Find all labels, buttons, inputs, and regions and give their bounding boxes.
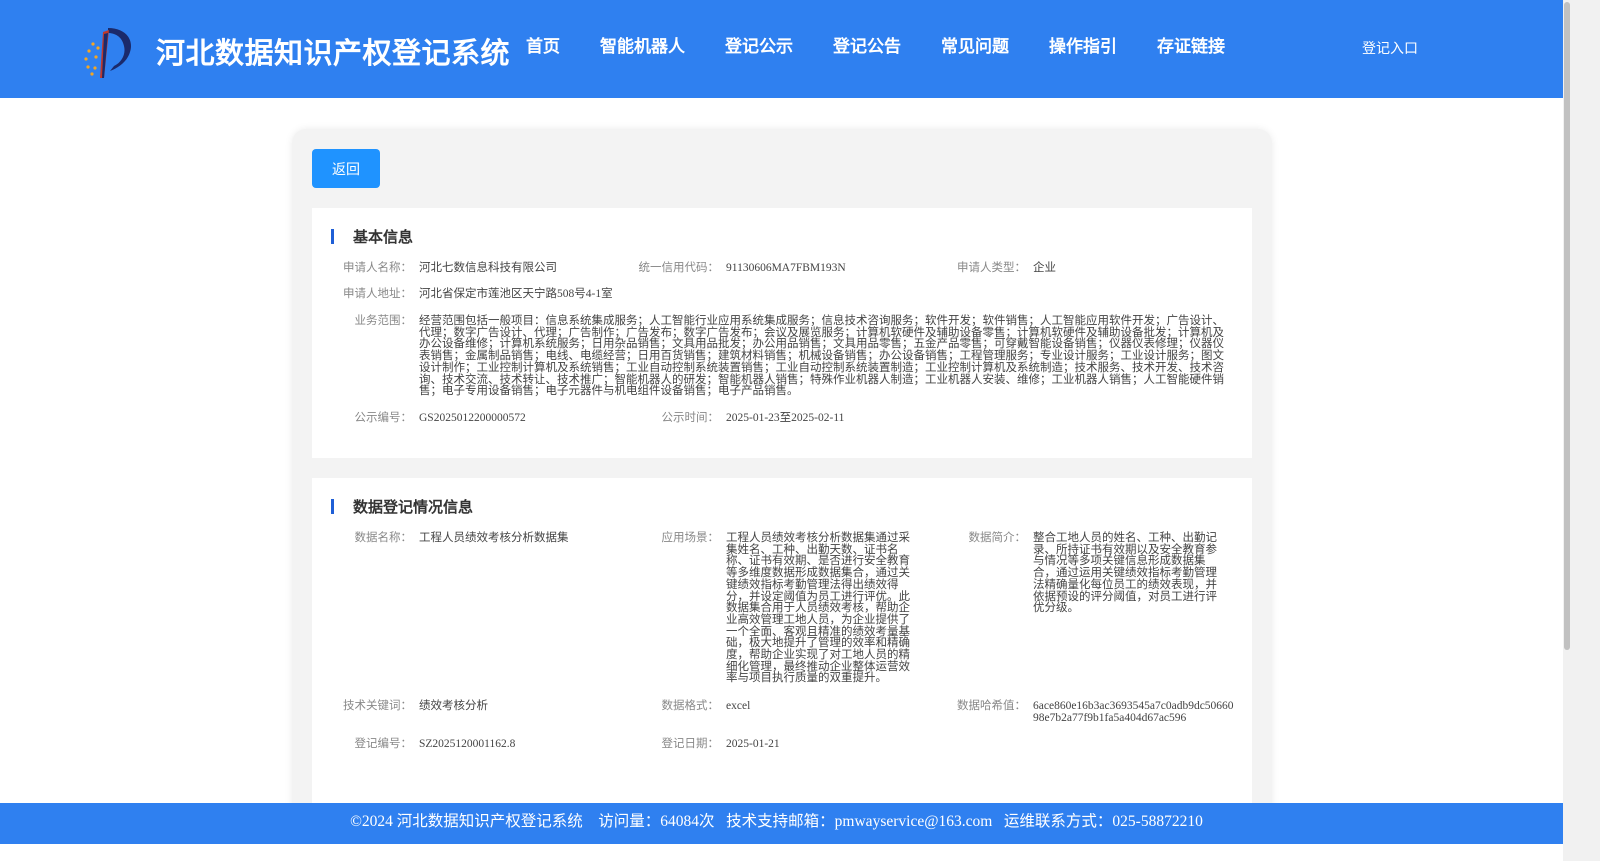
- credit-code-value: 91130606MA7FBM193N: [726, 262, 846, 274]
- publicity-number-value: GS2025012200000572: [419, 412, 526, 424]
- field-label: 数据哈希值：: [957, 700, 1026, 712]
- data-registration-panel: 数据登记情况信息 数据名称： 工程人员绩效考核分析数据集 应用场景： 工程人员绩…: [312, 478, 1252, 829]
- nav-operation-guide[interactable]: 操作指引: [1049, 35, 1117, 59]
- registration-number-value: SZ2025120001162.8: [419, 738, 516, 750]
- nav-home[interactable]: 首页: [526, 35, 560, 59]
- field-label: 业务范围：: [354, 315, 413, 327]
- field-label: 公示编号：: [354, 412, 413, 424]
- data-format-value: excel: [726, 700, 751, 712]
- site-logo[interactable]: [80, 24, 136, 80]
- nav-registration-announcement[interactable]: 登记公告: [833, 35, 901, 59]
- field-label: 数据名称：: [354, 532, 413, 544]
- top-header: 河北数据知识产权登记系统 首页 智能机器人 登记公示 登记公告 常见问题 操作指…: [0, 0, 1563, 98]
- registration-date-value: 2025-01-21: [726, 738, 780, 750]
- scrollbar-thumb[interactable]: [1564, 2, 1570, 650]
- detail-card: 返回 基本信息 申请人名称： 河北七数信息科技有限公司 统一信用代码： 9113…: [292, 129, 1272, 829]
- field-label: 统一信用代码：: [638, 262, 720, 274]
- back-button[interactable]: 返回: [312, 149, 380, 188]
- field-label: 数据简介：: [968, 532, 1027, 544]
- nav-evidence-link[interactable]: 存证链接: [1157, 35, 1225, 59]
- publicity-time-value: 2025-01-23至2025-02-11: [726, 412, 845, 424]
- section-accent-bar: [331, 499, 334, 514]
- application-scenario-value: 工程人员绩效考核分析数据集通过采集姓名、工种、出勤天数、证书名称、证书有效期、是…: [726, 532, 910, 685]
- data-hash-value: 6ace860e16b3ac3693545a7c0adb9dc5066098e7…: [1033, 700, 1234, 724]
- data-registration-header: 数据登记情况信息: [331, 496, 473, 517]
- section-title: 数据登记情况信息: [353, 498, 474, 516]
- data-name-value: 工程人员绩效考核分析数据集: [419, 532, 569, 544]
- field-label: 申请人类型：: [957, 262, 1026, 274]
- section-title: 基本信息: [353, 228, 414, 246]
- field-label: 数据格式：: [661, 700, 720, 712]
- main-nav: 首页 智能机器人 登记公示 登记公告 常见问题 操作指引 存证链接: [526, 35, 1265, 59]
- tech-keywords-value: 绩效考核分析: [419, 700, 488, 712]
- site-title: 河北数据知识产权登记系统: [156, 36, 511, 70]
- field-label: 公示时间：: [661, 412, 720, 424]
- business-scope-value: 经营范围包括一般项目：信息系统集成服务；人工智能行业应用系统集成服务；信息技术咨…: [419, 315, 1224, 398]
- address-value: 河北省保定市莲池区天宁路508号4-1室: [419, 288, 613, 300]
- field-label: 技术关键词：: [343, 700, 412, 712]
- field-label: 登记日期：: [661, 738, 720, 750]
- nav-faq[interactable]: 常见问题: [941, 35, 1009, 59]
- login-entry-link[interactable]: 登记入口: [1362, 38, 1418, 58]
- basic-info-header: 基本信息: [331, 226, 413, 247]
- basic-info-panel: 基本信息 申请人名称： 河北七数信息科技有限公司 统一信用代码： 9113060…: [312, 208, 1252, 458]
- applicant-type-value: 企业: [1033, 262, 1056, 274]
- field-label: 应用场景：: [661, 532, 720, 544]
- page-footer: ©2024 河北数据知识产权登记系统 访问量：64084次 技术支持邮箱：pmw…: [0, 803, 1563, 844]
- field-label: 申请人名称：: [343, 262, 412, 274]
- section-accent-bar: [331, 229, 334, 244]
- field-label: 申请人地址：: [343, 288, 412, 300]
- data-summary-value: 整合工地人员的姓名、工种、出勤记录、所持证书有效期以及安全教育参与情况等多项关键…: [1033, 532, 1217, 615]
- field-label: 登记编号：: [354, 738, 413, 750]
- nav-registration-publicity[interactable]: 登记公示: [725, 35, 793, 59]
- nav-smart-robot[interactable]: 智能机器人: [600, 35, 685, 59]
- applicant-name-value: 河北七数信息科技有限公司: [419, 262, 557, 274]
- footer-text: ©2024 河北数据知识产权登记系统 访问量：64084次 技术支持邮箱：pmw…: [350, 813, 1203, 830]
